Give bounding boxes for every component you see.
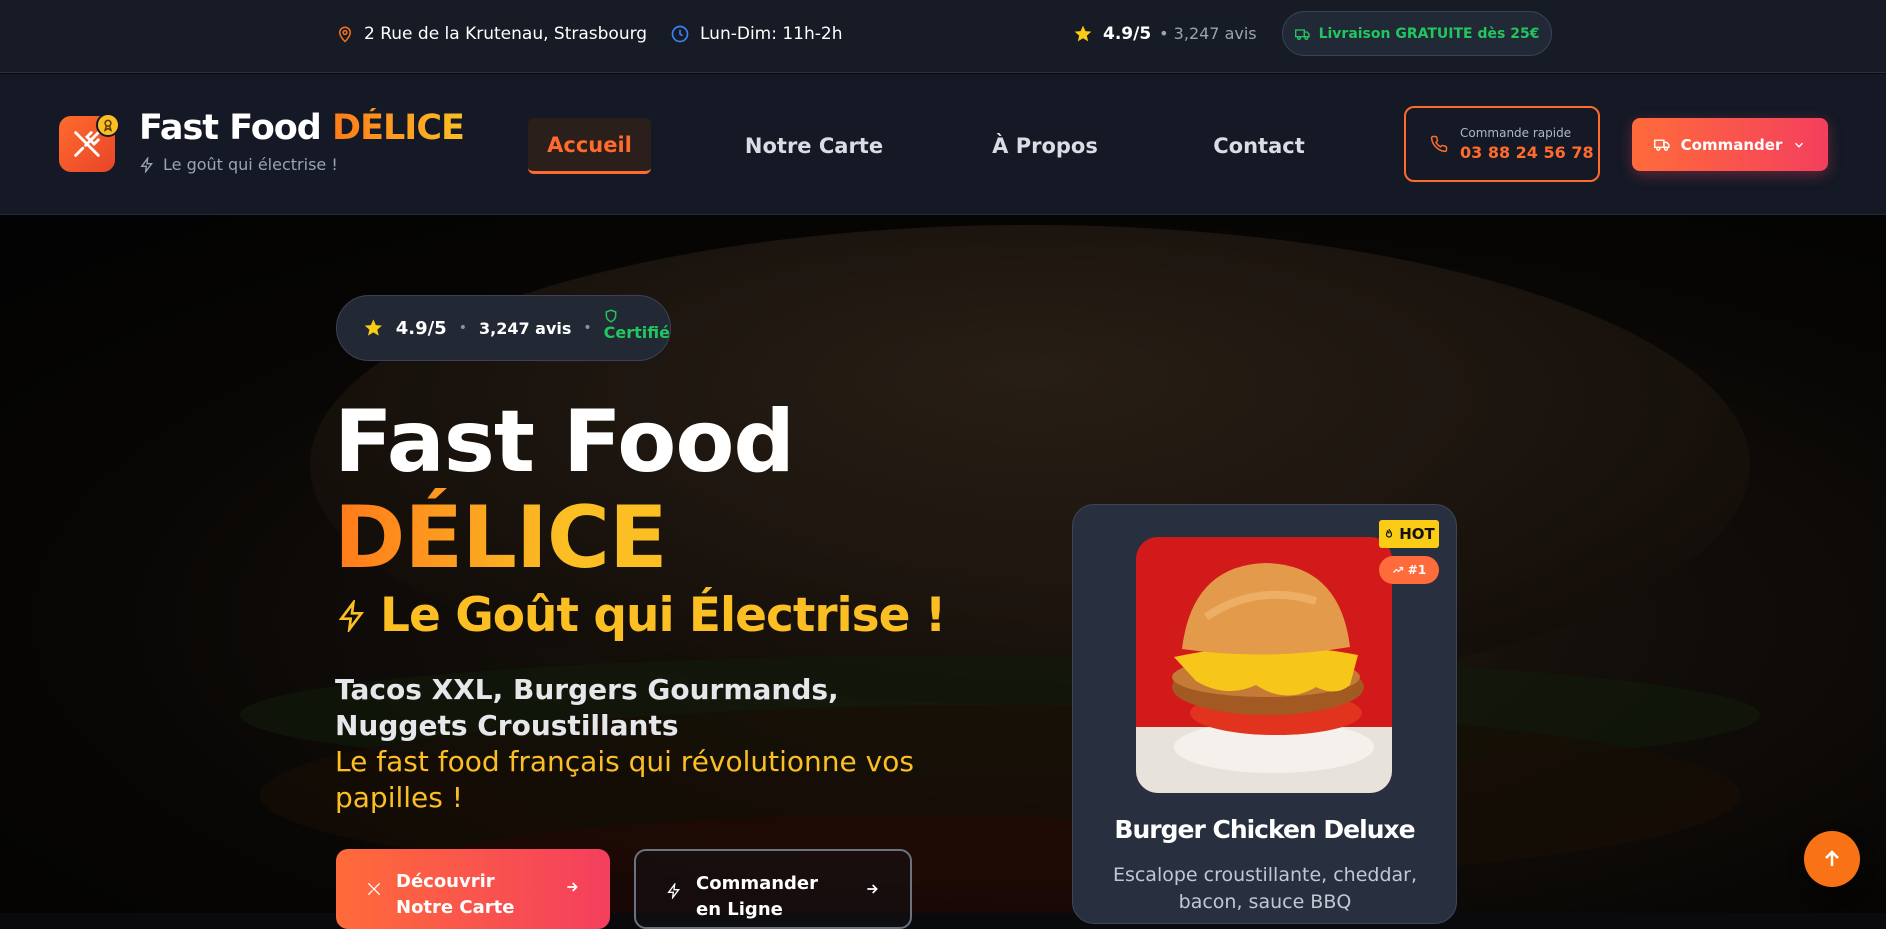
certified-text: Certifié: [603, 322, 670, 342]
hot-badge-text: HOT: [1399, 525, 1435, 543]
address-text: 2 Rue de la Krutenau, Strasbourg: [364, 23, 648, 44]
certified-badge: Certifié: [603, 308, 670, 342]
brand-tagline-text: Le goût qui électrise !: [163, 155, 338, 174]
separator-dot: •: [458, 320, 467, 336]
chevron-down-icon: [1795, 142, 1804, 148]
hero-rating-value: 4.9/5: [395, 317, 447, 339]
utensils-icon: [368, 883, 380, 895]
scroll-to-top-button[interactable]: [1804, 831, 1860, 887]
product-description: Escalope croustillante, cheddar, bacon, …: [1112, 864, 1418, 913]
order-online-button[interactable]: Commander en Ligne: [634, 849, 912, 929]
phone-icon: [1430, 135, 1448, 153]
hot-badge: HOT: [1379, 520, 1439, 548]
order-button-label: Commander: [1680, 135, 1783, 154]
star-icon: [1074, 25, 1092, 41]
separator-dot: •: [583, 320, 592, 336]
hours-info: Lun-Dim: 11h-2h: [670, 0, 843, 67]
bolt-icon: [667, 883, 680, 899]
shield-icon: [605, 308, 617, 323]
quick-order-number: 03 88 24 56 78: [1460, 143, 1594, 162]
top-info-bar: [0, 0, 1886, 73]
award-badge: [96, 113, 120, 137]
hero-subtitle-text: Le Goût qui Électrise !: [380, 588, 946, 643]
free-delivery-text: Livraison GRATUITE dès 25€: [1318, 25, 1540, 42]
hero-title-line1: Fast Food: [334, 392, 795, 492]
discover-menu-button[interactable]: Découvrir Notre Carte: [336, 849, 610, 929]
flame-icon: [1386, 528, 1393, 538]
star-icon: [364, 319, 382, 336]
nav-item-accueil[interactable]: Accueil: [528, 118, 651, 174]
address-info: 2 Rue de la Krutenau, Strasbourg: [336, 0, 647, 67]
arrow-right-icon: [567, 882, 578, 892]
award-icon: [103, 119, 113, 132]
hero-rating-pill: 4.9/5 • 3,247 avis • Certifié: [336, 295, 671, 361]
hero-title-line2: DÉLICE: [334, 488, 668, 588]
brand-name[interactable]: Fast Food DÉLICE: [139, 108, 465, 148]
rating-value: 4.9/5: [1103, 23, 1152, 44]
discover-menu-label: Découvrir Notre Carte: [396, 871, 515, 918]
clock-icon: [671, 25, 689, 42]
nav-item-a-propos[interactable]: À Propos: [985, 118, 1105, 174]
hours-text: Lun-Dim: 11h-2h: [700, 23, 843, 44]
rank-badge: #1: [1379, 556, 1439, 584]
hero-section: [0, 215, 1886, 913]
review-count: • 3,247 avis: [1159, 24, 1257, 43]
order-online-label: Commander en Ligne: [696, 873, 819, 920]
arrow-up-icon: [1825, 850, 1839, 866]
hero-subtitle: Le Goût qui Électrise !: [336, 588, 946, 643]
rank-badge-text: #1: [1407, 563, 1427, 577]
brand-name-accent: DÉLICE: [332, 108, 465, 148]
bolt-icon: [140, 156, 153, 173]
quick-order-phone[interactable]: Commande rapide 03 88 24 56 78: [1404, 106, 1600, 182]
nav-item-contact[interactable]: Contact: [1206, 118, 1312, 174]
burger-image: [1136, 537, 1392, 793]
arrow-right-icon: [867, 884, 878, 894]
hero-tagline: Le fast food français qui révolutionne v…: [335, 745, 914, 814]
free-delivery-pill: Livraison GRATUITE dès 25€: [1282, 11, 1552, 56]
map-pin-icon: [338, 26, 352, 43]
truck-icon: [1294, 28, 1310, 40]
quick-order-label: Commande rapide: [1460, 126, 1572, 140]
hero-burger-background: [0, 215, 1886, 913]
bolt-icon: [338, 599, 364, 632]
order-button[interactable]: Commander: [1632, 118, 1828, 171]
brand-name-main: Fast Food: [139, 108, 333, 148]
nav-item-notre-carte[interactable]: Notre Carte: [740, 118, 888, 174]
hero-description: Tacos XXL, Burgers Gourmands, Nuggets Cr…: [335, 673, 839, 742]
product-title: Burger Chicken Deluxe: [1114, 815, 1415, 844]
trending-up-icon: [1392, 566, 1403, 573]
hero-review-count: 3,247 avis: [478, 318, 572, 338]
rating-info: 4.9/5 • 3,247 avis: [1073, 0, 1257, 67]
truck-icon: [1653, 139, 1670, 151]
brand-tagline: Le goût qui électrise !: [139, 155, 338, 174]
